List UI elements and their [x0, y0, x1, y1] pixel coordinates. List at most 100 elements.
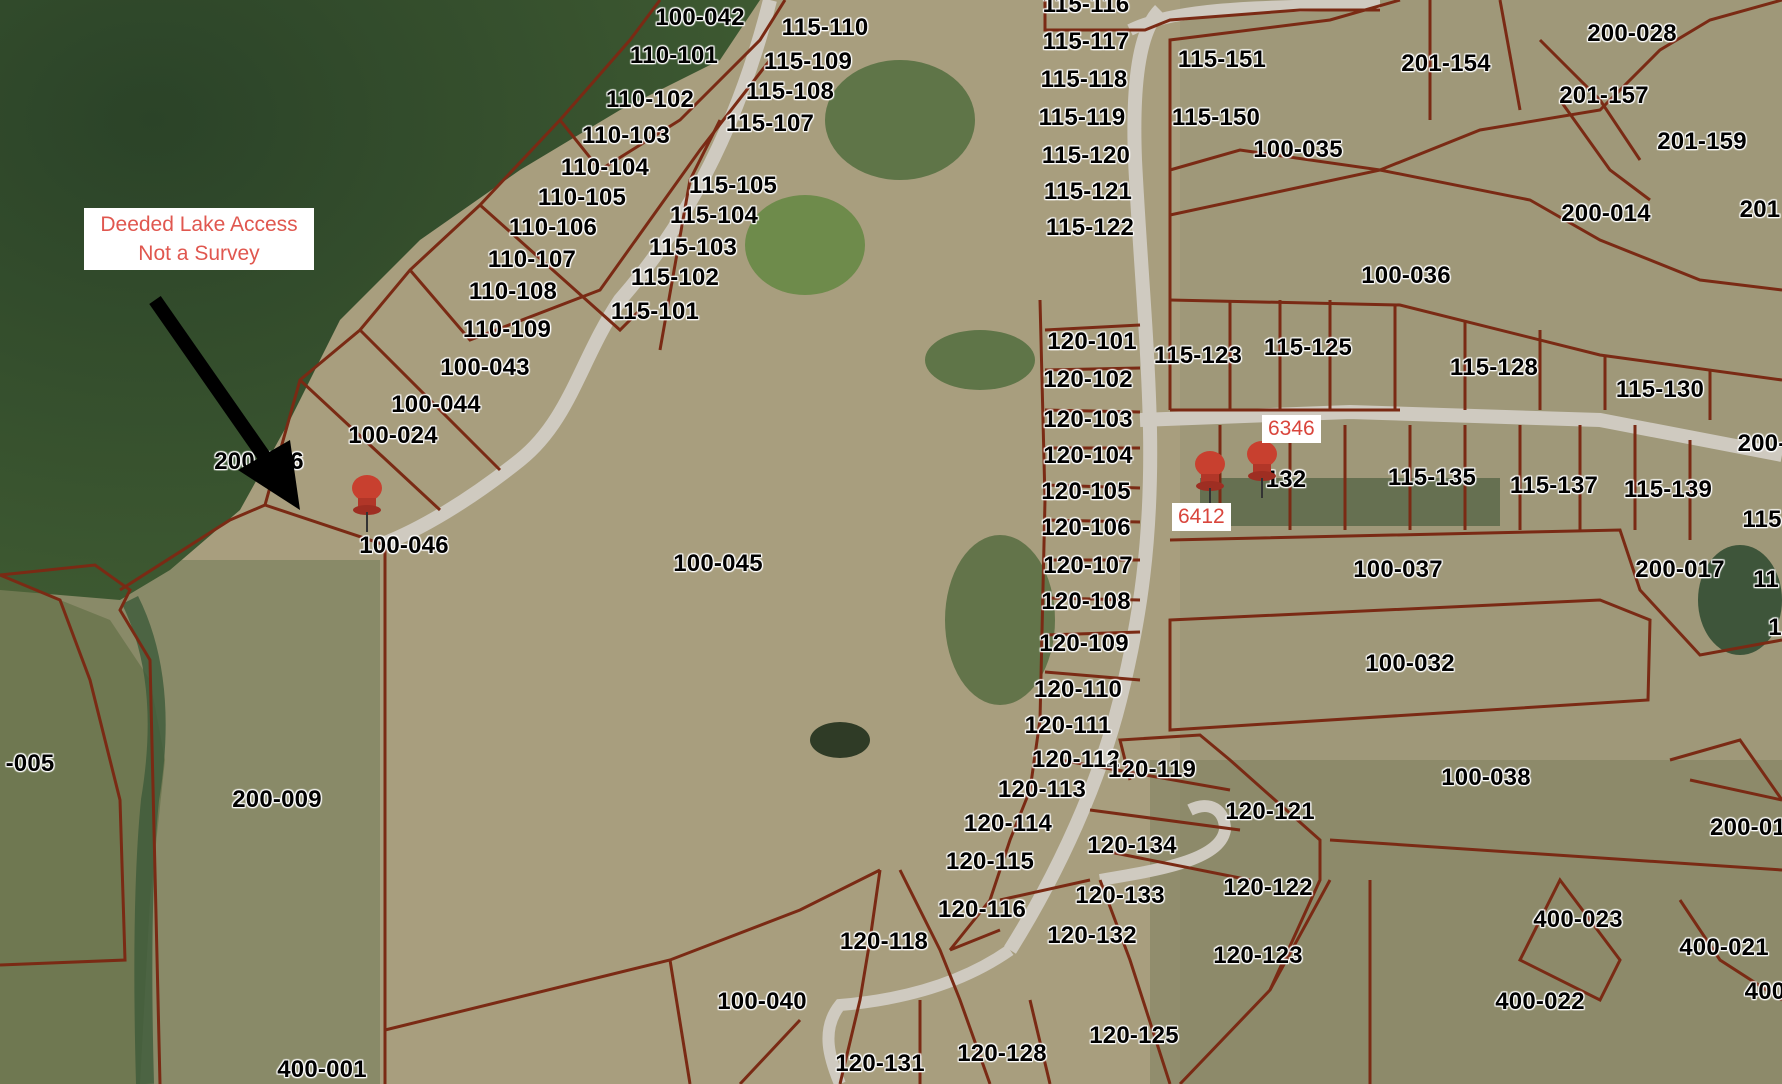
- parcel-label: 120-116: [937, 896, 1027, 923]
- parcel-label: 120-132: [1047, 922, 1137, 949]
- parcel-label: 120-106: [1041, 514, 1131, 541]
- parcel-label: 115-119: [1038, 104, 1126, 131]
- parcel-label: 132: [1265, 466, 1307, 493]
- parcel-label: 1: [1768, 614, 1782, 641]
- parcel-label: 400-021: [1679, 934, 1769, 961]
- parcel-label: 120-104: [1043, 442, 1133, 469]
- parcel-label: 115-104: [669, 202, 759, 229]
- parcel-label: 200-017: [1635, 556, 1725, 583]
- parcel-label: 115-120: [1041, 142, 1131, 169]
- parcel-label: 120-110: [1033, 676, 1123, 703]
- parcel-label: 120-123: [1213, 942, 1303, 969]
- parcel-label: 100-043: [440, 354, 530, 381]
- parcel-label: 120-131: [835, 1050, 925, 1077]
- parcel-label: 400-022: [1495, 988, 1585, 1015]
- parcel-label: 115-117: [1042, 28, 1130, 55]
- parcel-label: 200-006: [214, 448, 304, 475]
- parcel-label: 115-108: [745, 78, 835, 105]
- parcel-label: 120-134: [1087, 832, 1177, 859]
- parcel-label: 200-009: [232, 786, 322, 813]
- parcel-label: 110-105: [537, 184, 627, 211]
- parcel-label: 120-105: [1041, 478, 1131, 505]
- parcel-label: 100-036: [1361, 262, 1451, 289]
- parcel-label: -005: [5, 750, 55, 777]
- deeded-lake-access-callout: Deeded Lake Access Not a Survey: [84, 208, 314, 270]
- parcel-label: 115-123: [1153, 342, 1243, 369]
- parcel-label: 115: [1742, 506, 1782, 533]
- parcel-label: 201: [1739, 196, 1781, 223]
- parcel-label: 115-122: [1045, 214, 1135, 241]
- parcel-label: 115-110: [781, 14, 869, 41]
- parcel-label: 110-104: [560, 154, 650, 181]
- parcel-label: 115-116: [1042, 0, 1130, 18]
- parcel-label: 110-106: [508, 214, 598, 241]
- parcel-label: 100-037: [1353, 556, 1443, 583]
- pond-north: [825, 60, 975, 180]
- parcel-label: 100-046: [359, 532, 449, 559]
- parcel-label: 200-028: [1587, 20, 1677, 47]
- parcel-label: 120-107: [1043, 552, 1133, 579]
- parcel-label: 115-135: [1387, 464, 1477, 491]
- parcel-label: 100-045: [673, 550, 763, 577]
- parcel-label: 201-159: [1657, 128, 1747, 155]
- parcel-label: 120-125: [1089, 1022, 1179, 1049]
- parcel-label: 120-128: [957, 1040, 1047, 1067]
- parcel-label: 115-109: [763, 48, 853, 75]
- parcel-label: 100-024: [348, 422, 438, 449]
- parcel-label: 120-102: [1043, 366, 1133, 393]
- parcel-label: 115-150: [1171, 104, 1261, 131]
- parcel-label: 400-001: [277, 1056, 367, 1083]
- address-6412-label: 6412: [1172, 503, 1231, 531]
- parcel-label: 201-157: [1559, 82, 1649, 109]
- parcel-label: 120-114: [963, 810, 1053, 837]
- parcel-label: 115-107: [725, 110, 815, 137]
- parcel-label: 115-101: [610, 298, 700, 325]
- parcel-label: 100-042: [655, 4, 745, 31]
- parcel-label: 115-105: [688, 172, 778, 199]
- parcel-label: 115-130: [1615, 376, 1705, 403]
- parcel-label: 110-108: [468, 278, 558, 305]
- parcel-label: 120-133: [1075, 882, 1165, 909]
- parcel-label: 115-139: [1623, 476, 1713, 503]
- parcel-label: 400-023: [1533, 906, 1623, 933]
- parcel-label: 120-121: [1225, 798, 1315, 825]
- parcel-label: 115-121: [1043, 178, 1133, 205]
- parcel-label: 200-: [1737, 430, 1782, 457]
- parcel-label: 201-154: [1401, 50, 1491, 77]
- parcel-label: 120-119: [1107, 756, 1197, 783]
- parcel-label: 115-125: [1263, 334, 1353, 361]
- parcel-label: 120-115: [945, 848, 1035, 875]
- parcel-label: 115-118: [1040, 66, 1128, 93]
- parcel-label: 120-108: [1041, 588, 1131, 615]
- parcel-label: 100-040: [717, 988, 807, 1015]
- pond-dark: [810, 722, 870, 758]
- pond-east: [925, 330, 1035, 390]
- parcel-label: 11: [1753, 566, 1779, 593]
- parcel-label: 100-032: [1365, 650, 1455, 677]
- parcel-label: 100-044: [391, 391, 481, 418]
- parcel-label: 400: [1744, 978, 1782, 1005]
- parcel-label: 120-101: [1047, 328, 1137, 355]
- callout-line-1: Deeded Lake Access: [100, 213, 298, 236]
- parcel-label: 115-103: [648, 234, 738, 261]
- pond-green: [745, 195, 865, 295]
- parcel-label: 120-111: [1024, 712, 1112, 739]
- parcel-label: 115-128: [1449, 354, 1539, 381]
- parcel-label: 120-122: [1223, 874, 1313, 901]
- parcel-label: 120-118: [839, 928, 929, 955]
- parcel-label: 120-113: [997, 776, 1087, 803]
- parcel-label: 200-014: [1561, 200, 1651, 227]
- parcel-label: 120-109: [1039, 630, 1129, 657]
- parcel-label: 115-151: [1177, 46, 1267, 73]
- aerial-parcel-map[interactable]: [0, 0, 1782, 1084]
- parcel-label: 200-01: [1710, 814, 1782, 841]
- parcel-label: 110-101: [629, 42, 719, 69]
- parcel-label: 110-107: [487, 246, 577, 273]
- parcel-label: 115-137: [1509, 472, 1599, 499]
- address-6346-label: 6346: [1262, 415, 1321, 443]
- parcel-label: 110-109: [462, 316, 552, 343]
- parcel-label: 115-102: [630, 264, 720, 291]
- callout-line-2: Not a Survey: [138, 242, 260, 265]
- parcel-label: 120-103: [1043, 406, 1133, 433]
- parcel-label: 110-103: [581, 122, 671, 149]
